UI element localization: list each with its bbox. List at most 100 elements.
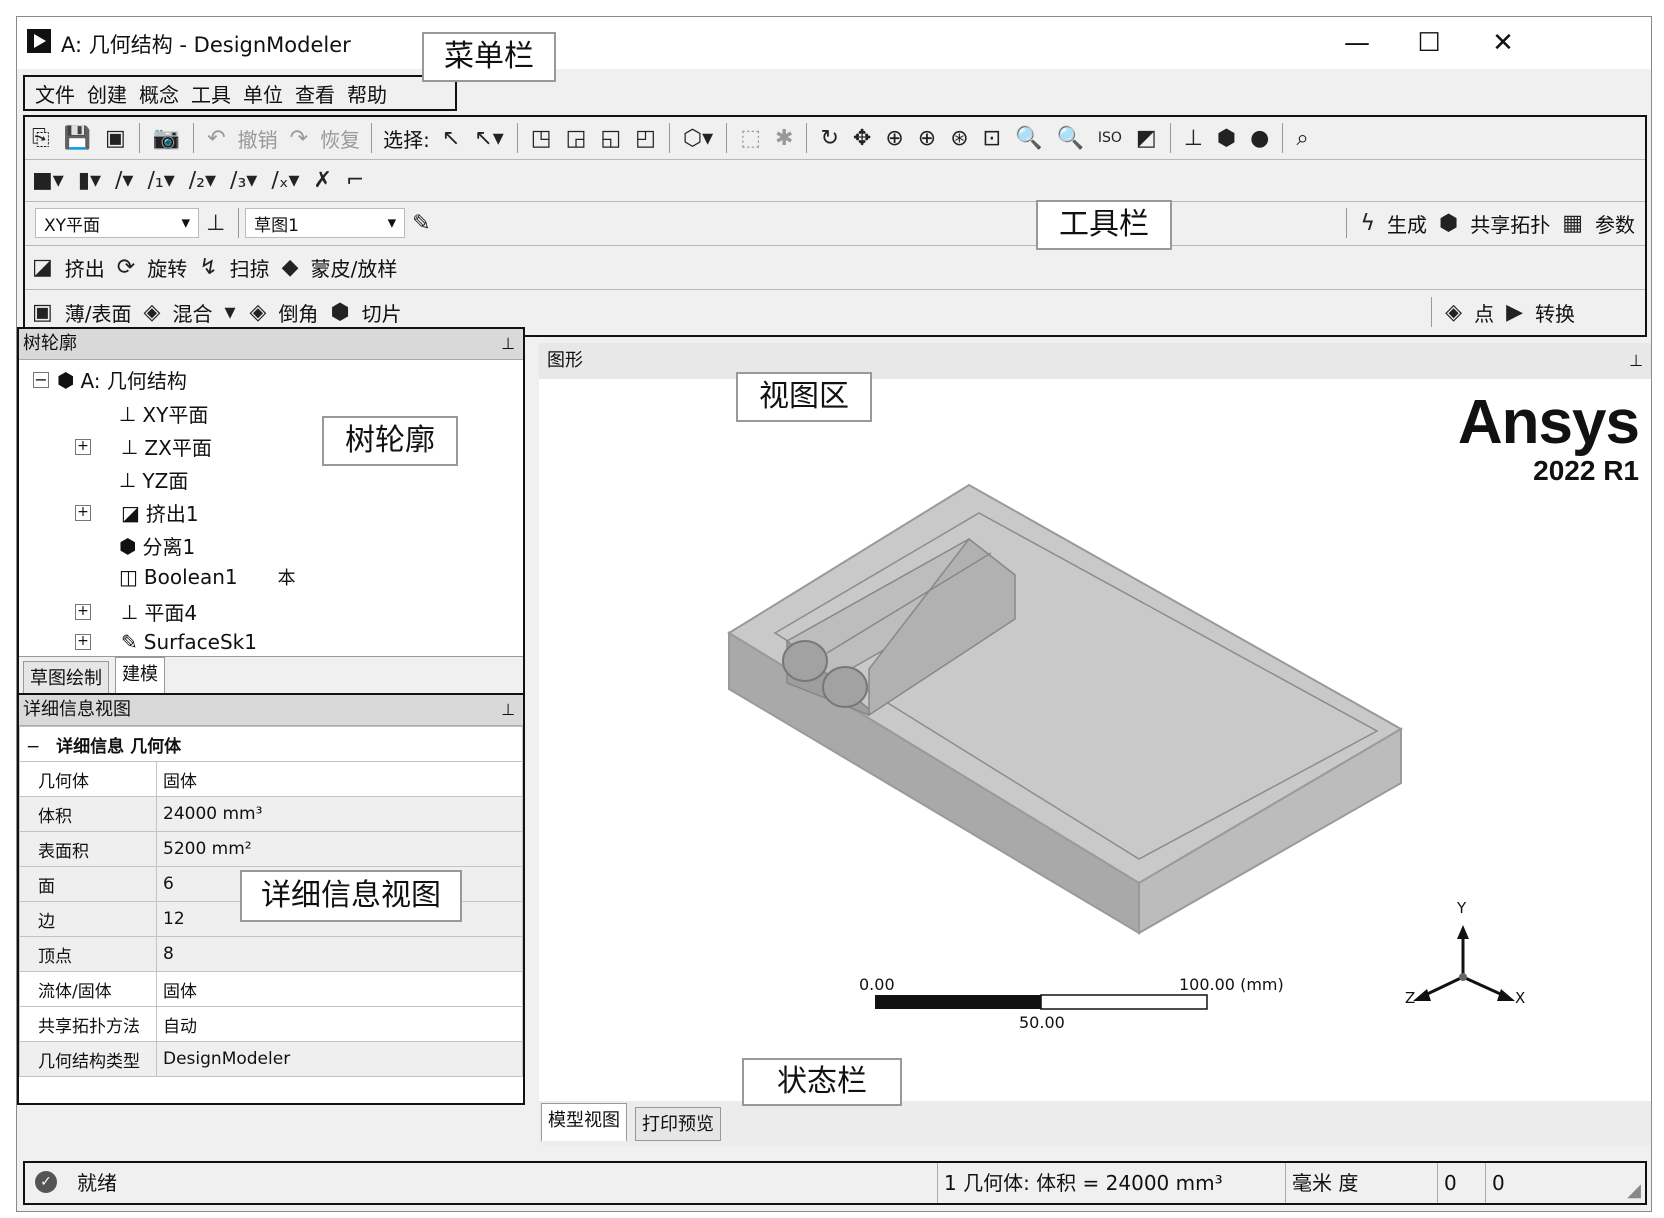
tree-item-separate[interactable]: ⬢ 分离1 (119, 531, 195, 560)
graphics-view[interactable]: 图形 ⊥ Ansys 2022 R1 0.00 50.00 100.00 (mm… (539, 343, 1651, 1145)
sweep-button[interactable]: 扫掠 (230, 253, 270, 282)
display-axes-icon[interactable]: ⊥ (1184, 126, 1203, 151)
edge-2-icon[interactable]: ∕₂▾ (189, 168, 216, 193)
edge-flag-icon[interactable]: ⌐ (346, 168, 364, 193)
rotate-icon[interactable]: ↻ (820, 126, 838, 151)
menu-help[interactable]: 帮助 (347, 79, 387, 108)
maximize-button[interactable]: ☐ (1399, 23, 1459, 63)
menu-file[interactable]: 文件 (35, 79, 75, 108)
details-value[interactable]: 固体 (156, 761, 523, 797)
model-3d[interactable] (539, 343, 1651, 1145)
menu-view[interactable]: 查看 (295, 79, 335, 108)
export-icon[interactable]: ▣ (105, 126, 126, 151)
edge-x-icon[interactable]: ∕ₓ▾ (271, 168, 299, 193)
edge-3-icon[interactable]: ∕₃▾ (230, 168, 257, 193)
zoom-icon[interactable]: ⊕ (885, 126, 903, 151)
display-points-icon[interactable]: ● (1250, 126, 1269, 151)
face-color-icon[interactable]: ■▾ (32, 168, 64, 193)
look-at-icon[interactable]: ⌕ (1296, 126, 1308, 151)
select-pointer-icon[interactable]: ↖ (442, 126, 460, 151)
menu-tools[interactable]: 工具 (191, 79, 231, 108)
details-section-row[interactable]: − 详细信息 几何体 (19, 726, 523, 762)
details-row[interactable]: 几何结构类型 DesignModeler (19, 1041, 523, 1077)
expand-icon[interactable]: + (75, 438, 91, 455)
revolve-button[interactable]: 旋转 (147, 253, 187, 282)
thin-surface-button[interactable]: 薄/表面 (65, 298, 132, 327)
tab-model-view[interactable]: 模型视图 (541, 1103, 627, 1141)
iso-view-icon[interactable]: ISO (1098, 130, 1122, 146)
status-units[interactable]: 毫米 度 (1285, 1163, 1437, 1203)
tree-item-boolean[interactable]: ◫ Boolean1 本 (119, 564, 296, 590)
edge-joint-icon[interactable]: ∕▾ (115, 168, 133, 193)
generate-button[interactable]: 生成 (1387, 209, 1427, 238)
tree-item-plane4[interactable]: + ⊥ 平面4 (75, 597, 197, 626)
magnify-icon[interactable]: 🔍 (1015, 126, 1042, 151)
details-value[interactable]: 自动 (156, 1006, 523, 1042)
edge-color-icon[interactable]: ▮▾ (78, 168, 101, 193)
new-plane-icon[interactable]: ⊥ (206, 211, 225, 236)
details-row[interactable]: 共享拓扑方法 自动 (19, 1006, 523, 1042)
point-button[interactable]: 点 (1474, 298, 1494, 327)
select-point-icon[interactable]: ◳ (531, 126, 552, 151)
select-face-icon[interactable]: ◱ (600, 126, 621, 151)
tree-item-zx-plane[interactable]: + ⊥ ZX平面 (75, 432, 212, 461)
new-icon[interactable]: ⎘ (32, 126, 50, 151)
expand-icon[interactable]: + (75, 634, 91, 650)
details-row[interactable]: 表面积 5200 mm² (19, 831, 523, 867)
tab-print-preview[interactable]: 打印预览 (635, 1107, 721, 1141)
pin-icon[interactable]: ⊥ (501, 695, 515, 725)
extrude-button[interactable]: 挤出 (65, 253, 105, 282)
tree-item-yz-plane[interactable]: ⊥ YZ面 (119, 465, 188, 494)
zoom-fit-icon[interactable]: ⊡ (983, 126, 1001, 151)
select-mode-icon[interactable]: ↖▾ (474, 126, 503, 151)
expand-icon[interactable]: + (75, 504, 91, 521)
tab-sketching[interactable]: 草图绘制 (23, 661, 109, 695)
tree-item-xy-plane[interactable]: ⊥ XY平面 (119, 399, 208, 428)
expand-icon[interactable]: + (75, 603, 91, 620)
convert-button[interactable]: 转换 (1535, 298, 1575, 327)
chevron-down-icon[interactable]: ▾ (224, 300, 235, 325)
details-value[interactable]: 固体 (156, 971, 523, 1007)
resize-grip-icon[interactable]: ◢ (1627, 1180, 1641, 1201)
menu-units[interactable]: 单位 (243, 79, 283, 108)
pan-icon[interactable]: ✥ (853, 126, 871, 151)
minimize-button[interactable]: — (1327, 23, 1387, 63)
select-edge-icon[interactable]: ◲ (566, 126, 587, 151)
plane-dropdown[interactable]: XY平面 ▾ (35, 208, 199, 238)
display-model-icon[interactable]: ⬢ (1217, 126, 1236, 151)
menu-create[interactable]: 创建 (87, 79, 127, 108)
details-row[interactable]: 几何体 固体 (19, 761, 523, 797)
save-icon[interactable]: 💾 (64, 126, 91, 151)
tree-item-root[interactable]: − ⬢ A: 几何结构 (33, 365, 187, 394)
tree-item-extrude[interactable]: + ◪ 挤出1 (75, 498, 199, 527)
menu-concept[interactable]: 概念 (139, 79, 179, 108)
solid-body[interactable] (727, 483, 1404, 935)
details-row[interactable]: 体积 24000 mm³ (19, 796, 523, 832)
extend-selection-icon[interactable]: ⬡▾ (683, 126, 713, 151)
close-button[interactable]: ✕ (1473, 23, 1533, 63)
pin-tool-icon[interactable]: ✗ (314, 168, 332, 193)
edge-1-icon[interactable]: ∕₁▾ (147, 168, 174, 193)
zoom-in-icon[interactable]: ⊕ (918, 126, 936, 151)
details-row[interactable]: 顶点 8 (19, 936, 523, 972)
select-body-icon[interactable]: ◰ (635, 126, 656, 151)
skin-loft-button[interactable]: 蒙皮/放样 (311, 253, 398, 282)
details-row[interactable]: 流体/固体 固体 (19, 971, 523, 1007)
display-plane-icon[interactable]: ◩ (1136, 126, 1157, 151)
new-sketch-icon[interactable]: ✎ (412, 211, 430, 236)
magnify-out-icon[interactable]: 🔍 (1056, 126, 1083, 151)
collapse-icon[interactable]: − (33, 371, 49, 388)
blend-button[interactable]: 混合 (172, 298, 212, 327)
sketch-dropdown[interactable]: 草图1 ▾ (245, 208, 406, 238)
pin-icon[interactable]: ⊥ (501, 329, 515, 359)
redo-button[interactable]: 恢复 (320, 124, 360, 153)
parameters-button[interactable]: 参数 (1595, 209, 1635, 238)
slice-button[interactable]: 切片 (362, 298, 402, 327)
zoom-box-icon[interactable]: ⊛ (950, 126, 968, 151)
tab-modeling[interactable]: 建模 (115, 657, 165, 695)
clear-select-icon[interactable]: ✱ (775, 126, 793, 151)
box-select-icon[interactable]: ⬚ (740, 126, 761, 151)
tree-item-surfacesk1[interactable]: + ✎ SurfaceSk1 (75, 630, 257, 654)
collapse-icon[interactable]: − (26, 737, 40, 757)
share-topology-button[interactable]: 共享拓扑 (1470, 209, 1550, 238)
